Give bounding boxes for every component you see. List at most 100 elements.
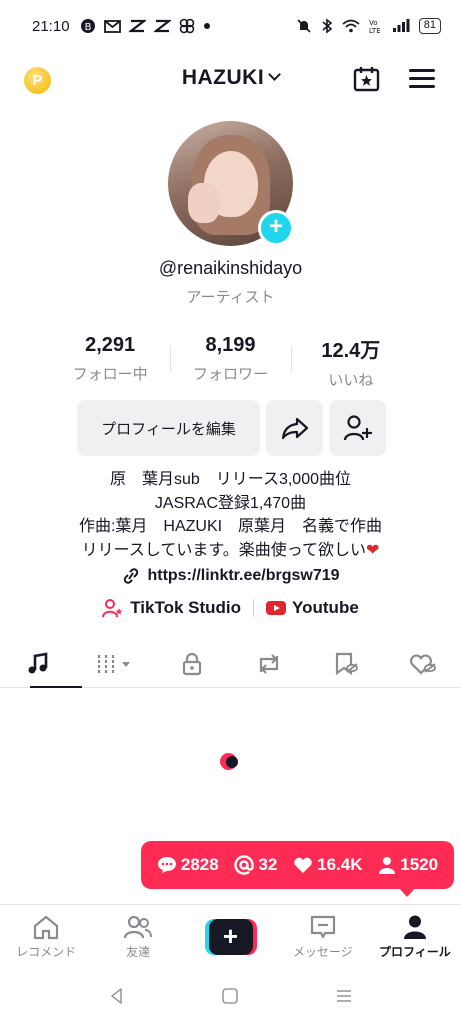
add-story-button[interactable]: + xyxy=(258,210,294,246)
svg-text:LTE: LTE xyxy=(369,27,381,34)
notif-likes: 16.4K xyxy=(293,855,363,875)
bottom-nav: レコメンド 友達 + メッセージ プロフィール xyxy=(0,904,461,968)
bio-line: 原 葉月sub リリース3,000曲位 xyxy=(109,471,352,488)
nav-label: 友達 xyxy=(126,944,151,959)
recents-icon[interactable] xyxy=(335,987,353,1005)
profile-header: P HAZUKI xyxy=(0,52,461,108)
menu-icon[interactable] xyxy=(409,69,435,89)
share-profile-button[interactable] xyxy=(266,400,323,456)
notif-comments: 2828 xyxy=(157,855,219,875)
studio-icon xyxy=(102,599,123,618)
plus-icon: + xyxy=(208,918,253,955)
svg-text:Vo: Vo xyxy=(369,19,378,27)
stat-label: いいね xyxy=(328,372,374,389)
tab-reposts[interactable] xyxy=(230,640,307,687)
nav-label: メッセージ xyxy=(292,944,353,959)
bio-line: 作曲:葉月 HAZUKI 原葉月 名義で作曲 xyxy=(78,518,383,535)
content-tabs xyxy=(0,640,461,688)
mute-icon xyxy=(297,19,311,33)
tab-liked[interactable] xyxy=(384,640,461,687)
stat-likes[interactable]: 12.4万 いいね xyxy=(290,334,411,389)
like-count: 16.4K xyxy=(317,855,363,874)
create-button[interactable]: + xyxy=(204,918,257,955)
stat-value: 12.4万 xyxy=(321,340,381,362)
account-switcher[interactable]: HAZUKI xyxy=(0,66,461,90)
profile-link[interactable]: https://linktr.ee/brgsw719 xyxy=(0,567,461,585)
username: @renaikinshidayo xyxy=(158,258,303,278)
svg-text:B: B xyxy=(84,22,91,33)
message-icon xyxy=(310,915,335,938)
youtube-label: Youtube xyxy=(292,598,359,617)
extra-links: TikTok Studio Youtube xyxy=(0,598,461,618)
stat-value: 8,199 xyxy=(205,334,256,356)
profile-actions: プロフィールを編集 xyxy=(77,400,386,456)
bio-line: JASRAC登録1,470曲 xyxy=(154,494,307,512)
tiktok-studio-label: TikTok Studio xyxy=(130,598,242,617)
playlist-icon xyxy=(98,654,131,673)
follower-count: 1520 xyxy=(400,855,439,874)
youtube-link[interactable]: Youtube xyxy=(266,598,359,618)
tab-favorites[interactable] xyxy=(307,640,384,687)
bio-line-text: リリースしています。楽曲使って欲しい xyxy=(81,541,366,559)
tab-music[interactable] xyxy=(0,640,82,688)
profile-bio: 原 葉月sub リリース3,000曲位 JASRAC登録1,470曲 作曲:葉月… xyxy=(0,468,461,562)
profile-icon xyxy=(403,915,426,939)
home-button-icon[interactable] xyxy=(221,987,239,1005)
heart-icon xyxy=(294,857,312,873)
nav-label: レコメンド xyxy=(16,944,77,959)
nav-create[interactable]: + xyxy=(184,905,276,968)
tab-playlists[interactable] xyxy=(77,640,154,687)
friends-icon xyxy=(124,915,153,938)
comment-icon xyxy=(157,857,176,873)
nav-home[interactable]: レコメンド xyxy=(0,905,92,968)
capcut-icon xyxy=(128,19,146,33)
music-note-icon xyxy=(28,651,48,673)
mention-icon xyxy=(234,855,255,875)
bluetooth-icon xyxy=(322,18,333,34)
heart-hidden-icon xyxy=(409,654,436,675)
calendar-star-icon[interactable] xyxy=(353,65,380,92)
wifi-icon xyxy=(342,19,360,33)
link-icon xyxy=(124,568,139,584)
stat-followers[interactable]: 8,199 フォロワー xyxy=(170,334,290,388)
system-nav-bar xyxy=(0,968,461,1024)
badge-icon: B xyxy=(80,19,95,33)
repost-icon xyxy=(259,653,278,674)
lock-icon xyxy=(182,652,202,675)
add-friends-button[interactable] xyxy=(329,400,386,456)
nav-profile[interactable]: プロフィール xyxy=(369,905,461,968)
system-status-icons: Vo LTE 81 xyxy=(296,18,441,34)
profile-stats: 2,291 フォロー中 8,199 フォロワー 12.4万 いいね xyxy=(50,334,411,389)
heart-emoji: ❤ xyxy=(365,541,380,559)
divider xyxy=(253,599,255,617)
tiktok-studio-link[interactable]: TikTok Studio xyxy=(102,598,241,618)
share-icon xyxy=(281,417,308,440)
tab-private[interactable] xyxy=(154,640,231,687)
home-icon xyxy=(33,915,59,939)
nav-friends[interactable]: 友達 xyxy=(92,905,184,968)
stat-label: フォロー中 xyxy=(72,366,148,383)
nav-label: プロフィール xyxy=(379,944,451,959)
dot-icon xyxy=(203,23,210,29)
notification-icons: B xyxy=(80,18,211,34)
link-text: https://linktr.ee/brgsw719 xyxy=(147,567,340,584)
status-bar: 21:10 B Vo LTE 81 xyxy=(0,0,461,52)
account-category: アーティスト xyxy=(186,289,275,306)
activity-notification[interactable]: 2828 32 16.4K 1520 xyxy=(141,841,454,897)
status-time: 21:10 xyxy=(32,17,70,35)
nav-inbox[interactable]: メッセージ xyxy=(277,905,369,968)
chevron-down-icon xyxy=(268,68,282,81)
stat-value: 2,291 xyxy=(85,334,136,356)
edit-profile-button[interactable]: プロフィールを編集 xyxy=(77,400,260,456)
comment-count: 2828 xyxy=(180,855,219,874)
mail-icon xyxy=(103,20,121,33)
notif-followers: 1520 xyxy=(378,855,438,875)
back-icon[interactable] xyxy=(108,987,126,1005)
capcut-icon xyxy=(153,19,171,33)
volte-icon: VoLTE xyxy=(369,19,381,34)
stat-following[interactable]: 2,291 フォロー中 xyxy=(50,334,170,388)
mention-count: 32 xyxy=(258,855,278,874)
battery-icon: 81 xyxy=(418,18,441,34)
add-user-icon xyxy=(343,415,372,441)
notif-mentions: 32 xyxy=(234,855,277,875)
